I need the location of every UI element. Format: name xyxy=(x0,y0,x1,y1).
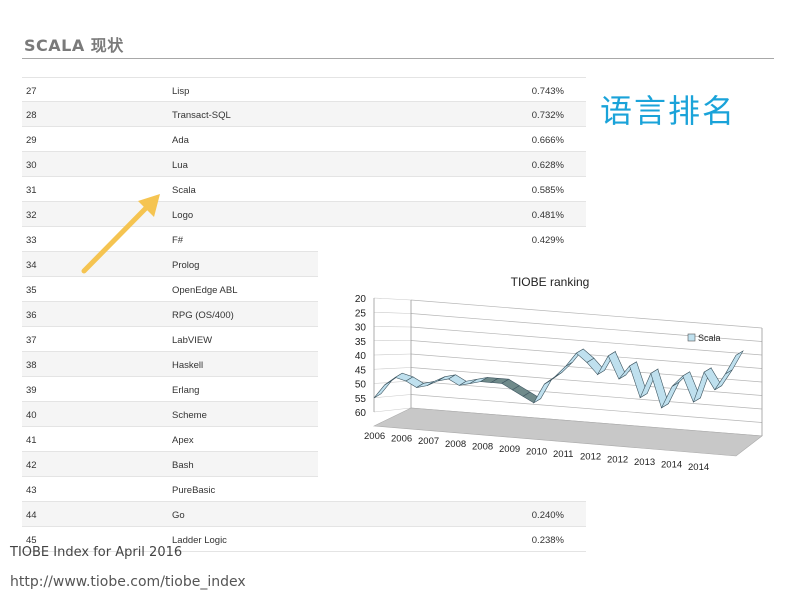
chart-x-tick-label: 2014 xyxy=(661,459,682,470)
chart-x-tick-label: 2011 xyxy=(553,449,573,460)
legend-label: Scala xyxy=(698,333,721,343)
source-url[interactable]: http://www.tiobe.com/tiobe_index xyxy=(10,574,246,590)
tiobe-ranking-chart: TIOBE ranking 20 25 30 35 40 45 50 55 60 2006 200… xyxy=(318,248,778,494)
chart-x-tick-label: 2013 xyxy=(634,457,655,468)
chart-x-tick-label: 2008 xyxy=(445,439,466,450)
chart-side-gridline xyxy=(373,297,412,301)
legend-swatch xyxy=(687,333,696,342)
chart-x-tick-label: 2007 xyxy=(418,436,439,447)
chart-side-gridline xyxy=(373,326,412,328)
chart-series-segment xyxy=(724,350,744,375)
arrow-shaft xyxy=(81,205,149,274)
chart-svg: TIOBE ranking 20 25 30 35 40 45 50 55 60 2006 200… xyxy=(355,275,763,473)
chart-x-tick-label: 2006 xyxy=(364,431,385,442)
chart-x-tick-label: 2009 xyxy=(499,444,520,455)
chart-y-tick-label: 60 xyxy=(355,408,367,419)
chart-y-tick-label: 20 xyxy=(355,294,367,305)
source-caption: TIOBE Index for April 2016 xyxy=(10,545,183,560)
chart-x-tick-label: 2014 xyxy=(688,462,709,473)
chart-y-tick-label: 55 xyxy=(355,394,367,405)
chart-gridline xyxy=(410,380,763,410)
chart-y-axis: 20 25 30 35 40 45 50 55 60 xyxy=(355,294,367,419)
chart-side-gridline xyxy=(373,311,412,314)
chart-x-tick-label: 2012 xyxy=(580,452,601,463)
chart-series-segment xyxy=(554,361,573,377)
chart-y-tick-label: 25 xyxy=(355,308,367,319)
chart-y-tick-label: 45 xyxy=(355,365,367,376)
chart-y-tick-label: 35 xyxy=(355,337,367,348)
chart-gridline xyxy=(410,299,763,329)
chart-series-scala xyxy=(373,348,744,409)
chart-y-tick-label: 40 xyxy=(355,351,367,362)
chart-x-tick-label: 2006 xyxy=(391,434,412,445)
chart-x-tick-label: 2008 xyxy=(472,441,493,452)
chart-side-gridline xyxy=(373,353,412,356)
chart-title: TIOBE ranking xyxy=(511,275,590,289)
chart-x-tick-label: 2010 xyxy=(526,447,547,458)
chart-x-tick-label: 2012 xyxy=(607,454,628,465)
chart-side-gridline xyxy=(373,367,412,370)
chart-y-tick-label: 30 xyxy=(355,323,367,334)
chart-series-segment xyxy=(532,379,553,404)
chart-legend: Scala xyxy=(687,333,721,343)
chart-side-gridline xyxy=(373,380,412,384)
chart-y-tick-label: 50 xyxy=(355,380,367,391)
